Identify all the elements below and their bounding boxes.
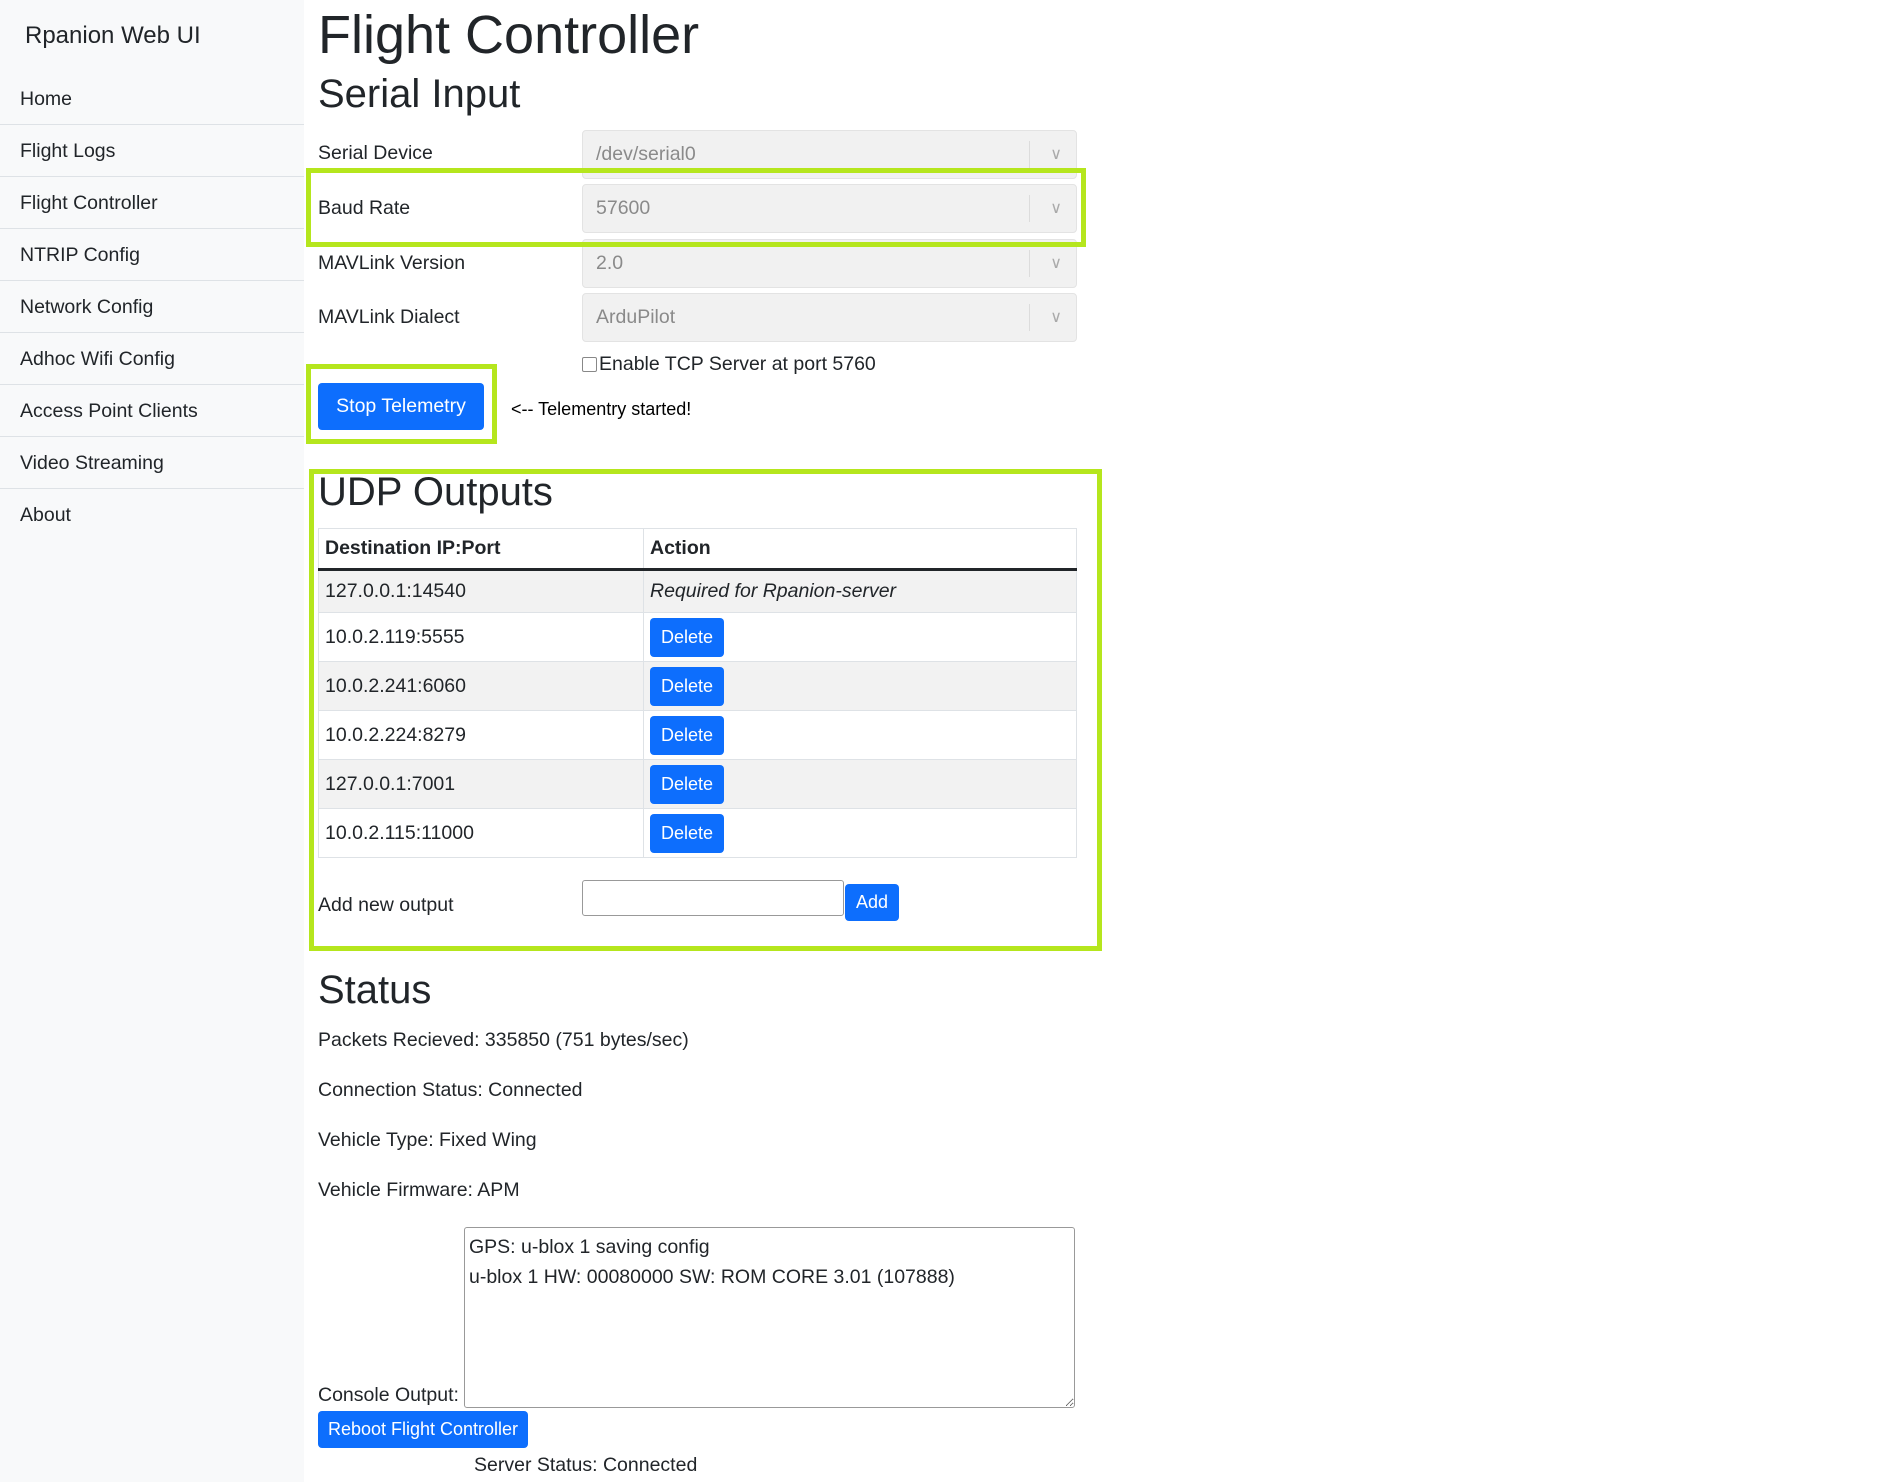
connection-status: Connection Status: Connected xyxy=(318,1079,583,1101)
reboot-flight-controller-button[interactable]: Reboot Flight Controller xyxy=(318,1411,528,1448)
status-heading: Status xyxy=(318,968,432,1012)
telemetry-status-message: <-- Telementry started! xyxy=(511,399,692,419)
sidebar-item-network-config[interactable]: Network Config xyxy=(0,281,304,333)
chevron-down-icon: ∨ xyxy=(1050,255,1062,272)
packets-received: Packets Recieved: 335850 (751 bytes/sec) xyxy=(318,1029,689,1051)
serial-input-heading: Serial Input xyxy=(318,72,521,116)
mavlink-dialect-select[interactable]: ArduPilot ∨ xyxy=(582,293,1077,342)
page-title: Flight Controller xyxy=(318,5,700,65)
mavlink-version-value: 2.0 xyxy=(596,252,624,274)
sidebar-item-video-streaming[interactable]: Video Streaming xyxy=(0,437,304,489)
vehicle-type: Vehicle Type: Fixed Wing xyxy=(318,1129,537,1151)
sidebar-item-about[interactable]: About xyxy=(0,489,304,541)
sidebar-item-flight-logs[interactable]: Flight Logs xyxy=(0,125,304,177)
tcp-server-checkbox[interactable] xyxy=(582,357,597,372)
sidebar-item-home[interactable]: Home xyxy=(0,73,304,125)
sidebar-item-ntrip-config[interactable]: NTRIP Config xyxy=(0,229,304,281)
highlight-box-stop-telemetry xyxy=(306,364,497,444)
serial-device-value: /dev/serial0 xyxy=(596,143,696,165)
serial-device-label: Serial Device xyxy=(318,142,433,164)
mavlink-version-label: MAVLink Version xyxy=(318,252,466,274)
sidebar-item-access-point-clients[interactable]: Access Point Clients xyxy=(0,385,304,437)
highlight-box-baud-rate xyxy=(306,168,1086,247)
tcp-server-label: Enable TCP Server at port 5760 xyxy=(599,353,876,375)
vehicle-firmware: Vehicle Firmware: APM xyxy=(318,1179,520,1201)
console-output-label: Console Output: xyxy=(318,1384,459,1406)
highlight-box-udp-outputs xyxy=(309,469,1102,951)
tcp-server-option[interactable]: Enable TCP Server at port 5760 xyxy=(582,353,876,376)
chevron-down-icon: ∨ xyxy=(1050,309,1062,326)
server-status: Server Status: Connected xyxy=(474,1454,698,1476)
sidebar-item-adhoc-wifi-config[interactable]: Adhoc Wifi Config xyxy=(0,333,304,385)
mavlink-dialect-value: ArduPilot xyxy=(596,306,676,328)
sidebar: Rpanion Web UI Home Flight Logs Flight C… xyxy=(0,0,304,1482)
brand[interactable]: Rpanion Web UI xyxy=(25,22,201,50)
sidebar-item-flight-controller[interactable]: Flight Controller xyxy=(0,177,304,229)
console-output-textarea[interactable]: GPS: u-blox 1 saving config u-blox 1 HW:… xyxy=(464,1227,1075,1408)
mavlink-dialect-label: MAVLink Dialect xyxy=(318,306,460,328)
